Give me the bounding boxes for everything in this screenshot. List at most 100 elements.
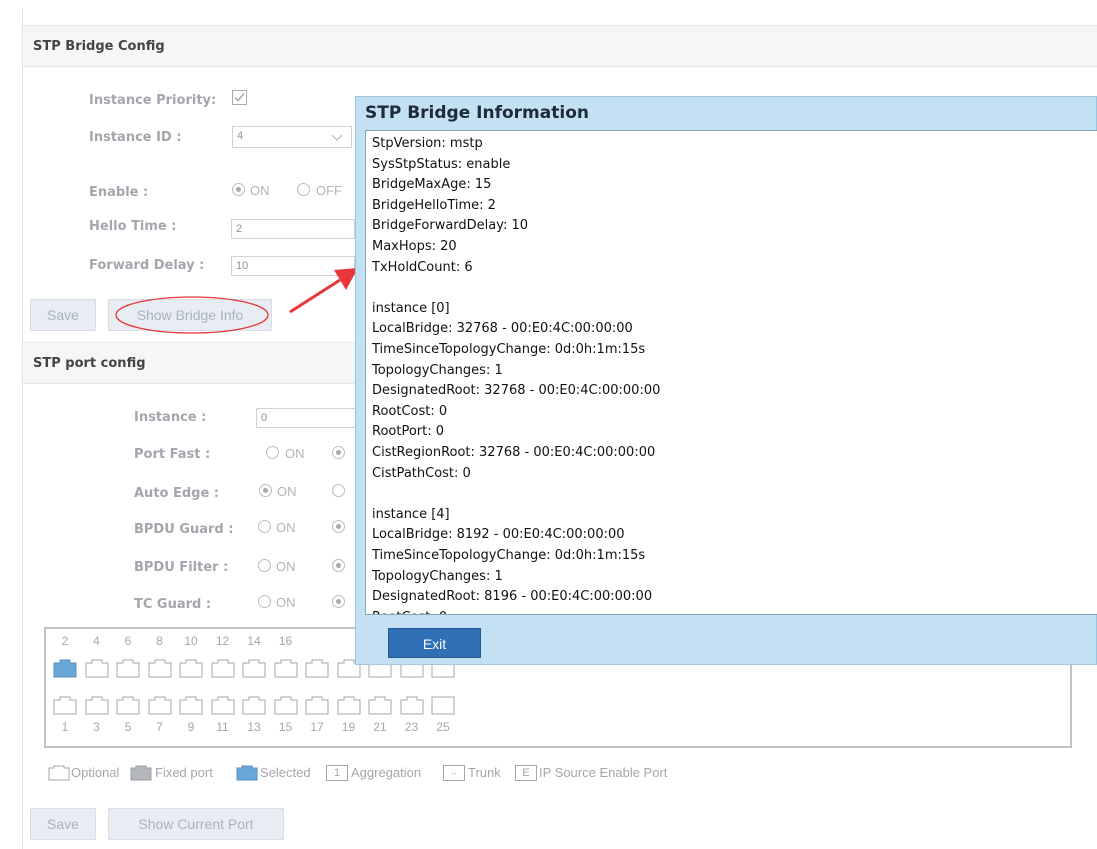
- port-number-bottom: 7: [156, 720, 163, 734]
- bpdu-filter-off-radio[interactable]: [332, 559, 345, 572]
- info-line: CistPathCost: 0: [372, 465, 471, 481]
- dialog-title: STP Bridge Information: [365, 103, 589, 123]
- port-2-selected[interactable]: [53, 659, 77, 678]
- port-number-bottom: 19: [341, 720, 356, 734]
- check-icon: [234, 93, 245, 102]
- port-number-bottom: 25: [436, 720, 450, 734]
- port-number-top: 14: [247, 634, 261, 648]
- trunk-icon: ..: [443, 765, 465, 781]
- enable-off-text: OFF: [316, 183, 342, 198]
- ip-source-icon: E: [515, 765, 537, 781]
- port-number-bottom: 21: [373, 720, 387, 734]
- port-bottom[interactable]: [179, 696, 203, 715]
- info-line: TxHoldCount: 6: [372, 259, 473, 275]
- info-line: TimeSinceTopologyChange: 0d:0h:1m:15s: [372, 342, 646, 357]
- port-number-bottom: 9: [187, 720, 195, 734]
- port-number-top: 2: [61, 634, 69, 648]
- port-bottom[interactable]: [337, 696, 361, 715]
- selected-port-icon: [236, 765, 258, 781]
- tc-guard-off-radio[interactable]: [332, 595, 345, 608]
- legend-fixed: Fixed port: [155, 765, 213, 780]
- show-current-port-button[interactable]: Show Current Port: [108, 808, 284, 840]
- port-fast-on-text: ON: [285, 446, 305, 461]
- auto-edge-off-radio[interactable]: [332, 484, 345, 497]
- info-line: instance [4]: [372, 506, 450, 522]
- annotation-arrow-shaft: [289, 278, 341, 314]
- port-bottom[interactable]: [211, 696, 235, 715]
- bpdu-guard-off-radio[interactable]: [332, 520, 345, 533]
- port-fast-on-radio[interactable]: [266, 446, 279, 459]
- enable-on-radio[interactable]: [232, 183, 245, 196]
- port-number-top: 10: [184, 634, 198, 648]
- info-line: DesignatedRoot: 32768 - 00:E0:4C:00:00:0…: [372, 383, 661, 399]
- info-line: RootPort: 0: [372, 424, 445, 440]
- port-top[interactable]: [274, 659, 298, 678]
- port-instance-label: Instance :: [134, 410, 207, 425]
- port-top[interactable]: [85, 659, 109, 678]
- port-number-top: 8: [156, 634, 163, 648]
- info-line: LocalBridge: 8192 - 00:E0:4C:00:00:00: [372, 527, 625, 543]
- fixed-port-icon: [130, 765, 152, 781]
- bridge-info-dialog: STP Bridge Information StpVersion: mstp S…: [355, 96, 1097, 665]
- bpdu-guard-on-radio[interactable]: [258, 520, 271, 533]
- info-line: BridgeForwardDelay: 10: [372, 218, 529, 234]
- port-number-top: 4: [93, 634, 100, 648]
- port-number-bottom: 13: [247, 720, 261, 734]
- bridge-save-button[interactable]: Save: [30, 299, 96, 331]
- info-line: RootCost: 0: [372, 610, 447, 614]
- info-line: SysStpStatus: enable: [372, 156, 511, 172]
- port-top[interactable]: [148, 659, 172, 678]
- port-top[interactable]: [116, 659, 140, 678]
- annotation-overlay: [115, 268, 358, 334]
- port-number-top: 12: [215, 634, 230, 648]
- port-number-bottom: 23: [404, 720, 419, 734]
- legend-selected: Selected: [260, 765, 311, 780]
- instance-id-value: 4: [237, 130, 244, 142]
- bridge-config-header: STP Bridge Config: [23, 25, 1097, 67]
- tc-guard-on-text: ON: [276, 595, 296, 610]
- port-instance-input[interactable]: 0: [256, 408, 356, 428]
- auto-edge-label: Auto Edge :: [134, 486, 220, 501]
- bridge-info-textarea[interactable]: StpVersion: mstp SysStpStatus: enable Brid…: [365, 130, 1097, 615]
- port-bottom[interactable]: [305, 696, 329, 715]
- port-number-bottom: 5: [124, 720, 132, 734]
- legend-trunk: Trunk: [468, 765, 501, 780]
- enable-on-text: ON: [250, 183, 270, 198]
- bpdu-guard-on-text: ON: [276, 520, 296, 535]
- port-save-button[interactable]: Save: [30, 808, 96, 840]
- left-divider: [22, 8, 23, 849]
- hello-time-input[interactable]: 2: [231, 219, 355, 239]
- tc-guard-label: TC Guard :: [134, 597, 212, 612]
- port-top[interactable]: [242, 659, 266, 678]
- exit-button[interactable]: Exit: [388, 628, 481, 658]
- top-strip: [0, 0, 1097, 8]
- enable-off-radio[interactable]: [297, 183, 310, 196]
- tc-guard-on-radio[interactable]: [258, 595, 271, 608]
- port-bottom[interactable]: [368, 696, 392, 715]
- aggregation-icon: 1: [326, 765, 348, 781]
- auto-edge-on-radio[interactable]: [259, 484, 272, 497]
- port-bottom[interactable]: [400, 696, 424, 715]
- instance-priority-checkbox[interactable]: [232, 90, 247, 105]
- port-bottom[interactable]: [274, 696, 298, 715]
- port-fast-off-radio[interactable]: [332, 446, 345, 459]
- instance-id-select[interactable]: 4: [232, 126, 352, 148]
- port-bottom[interactable]: [116, 696, 140, 715]
- legend-ip-source: IP Source Enable Port: [539, 765, 668, 780]
- port-top[interactable]: [211, 659, 235, 678]
- port-number-bottom: 3: [93, 720, 100, 734]
- port-number-top: 16: [278, 634, 293, 648]
- info-line: DesignatedRoot: 8196 - 00:E0:4C:00:00:00: [372, 589, 653, 605]
- port-bottom[interactable]: [242, 696, 266, 715]
- port-25[interactable]: [431, 696, 455, 715]
- port-top[interactable]: [179, 659, 203, 678]
- chevron-down-icon: [331, 134, 343, 141]
- port-top[interactable]: [305, 659, 329, 678]
- port-bottom[interactable]: [148, 696, 172, 715]
- port-bottom[interactable]: [53, 696, 77, 715]
- info-line: RootCost: 0: [372, 403, 448, 419]
- info-line: TopologyChanges: 1: [372, 568, 503, 584]
- port-bottom[interactable]: [85, 696, 109, 715]
- bpdu-filter-label: BPDU Filter :: [134, 560, 229, 575]
- bpdu-filter-on-radio[interactable]: [258, 559, 271, 572]
